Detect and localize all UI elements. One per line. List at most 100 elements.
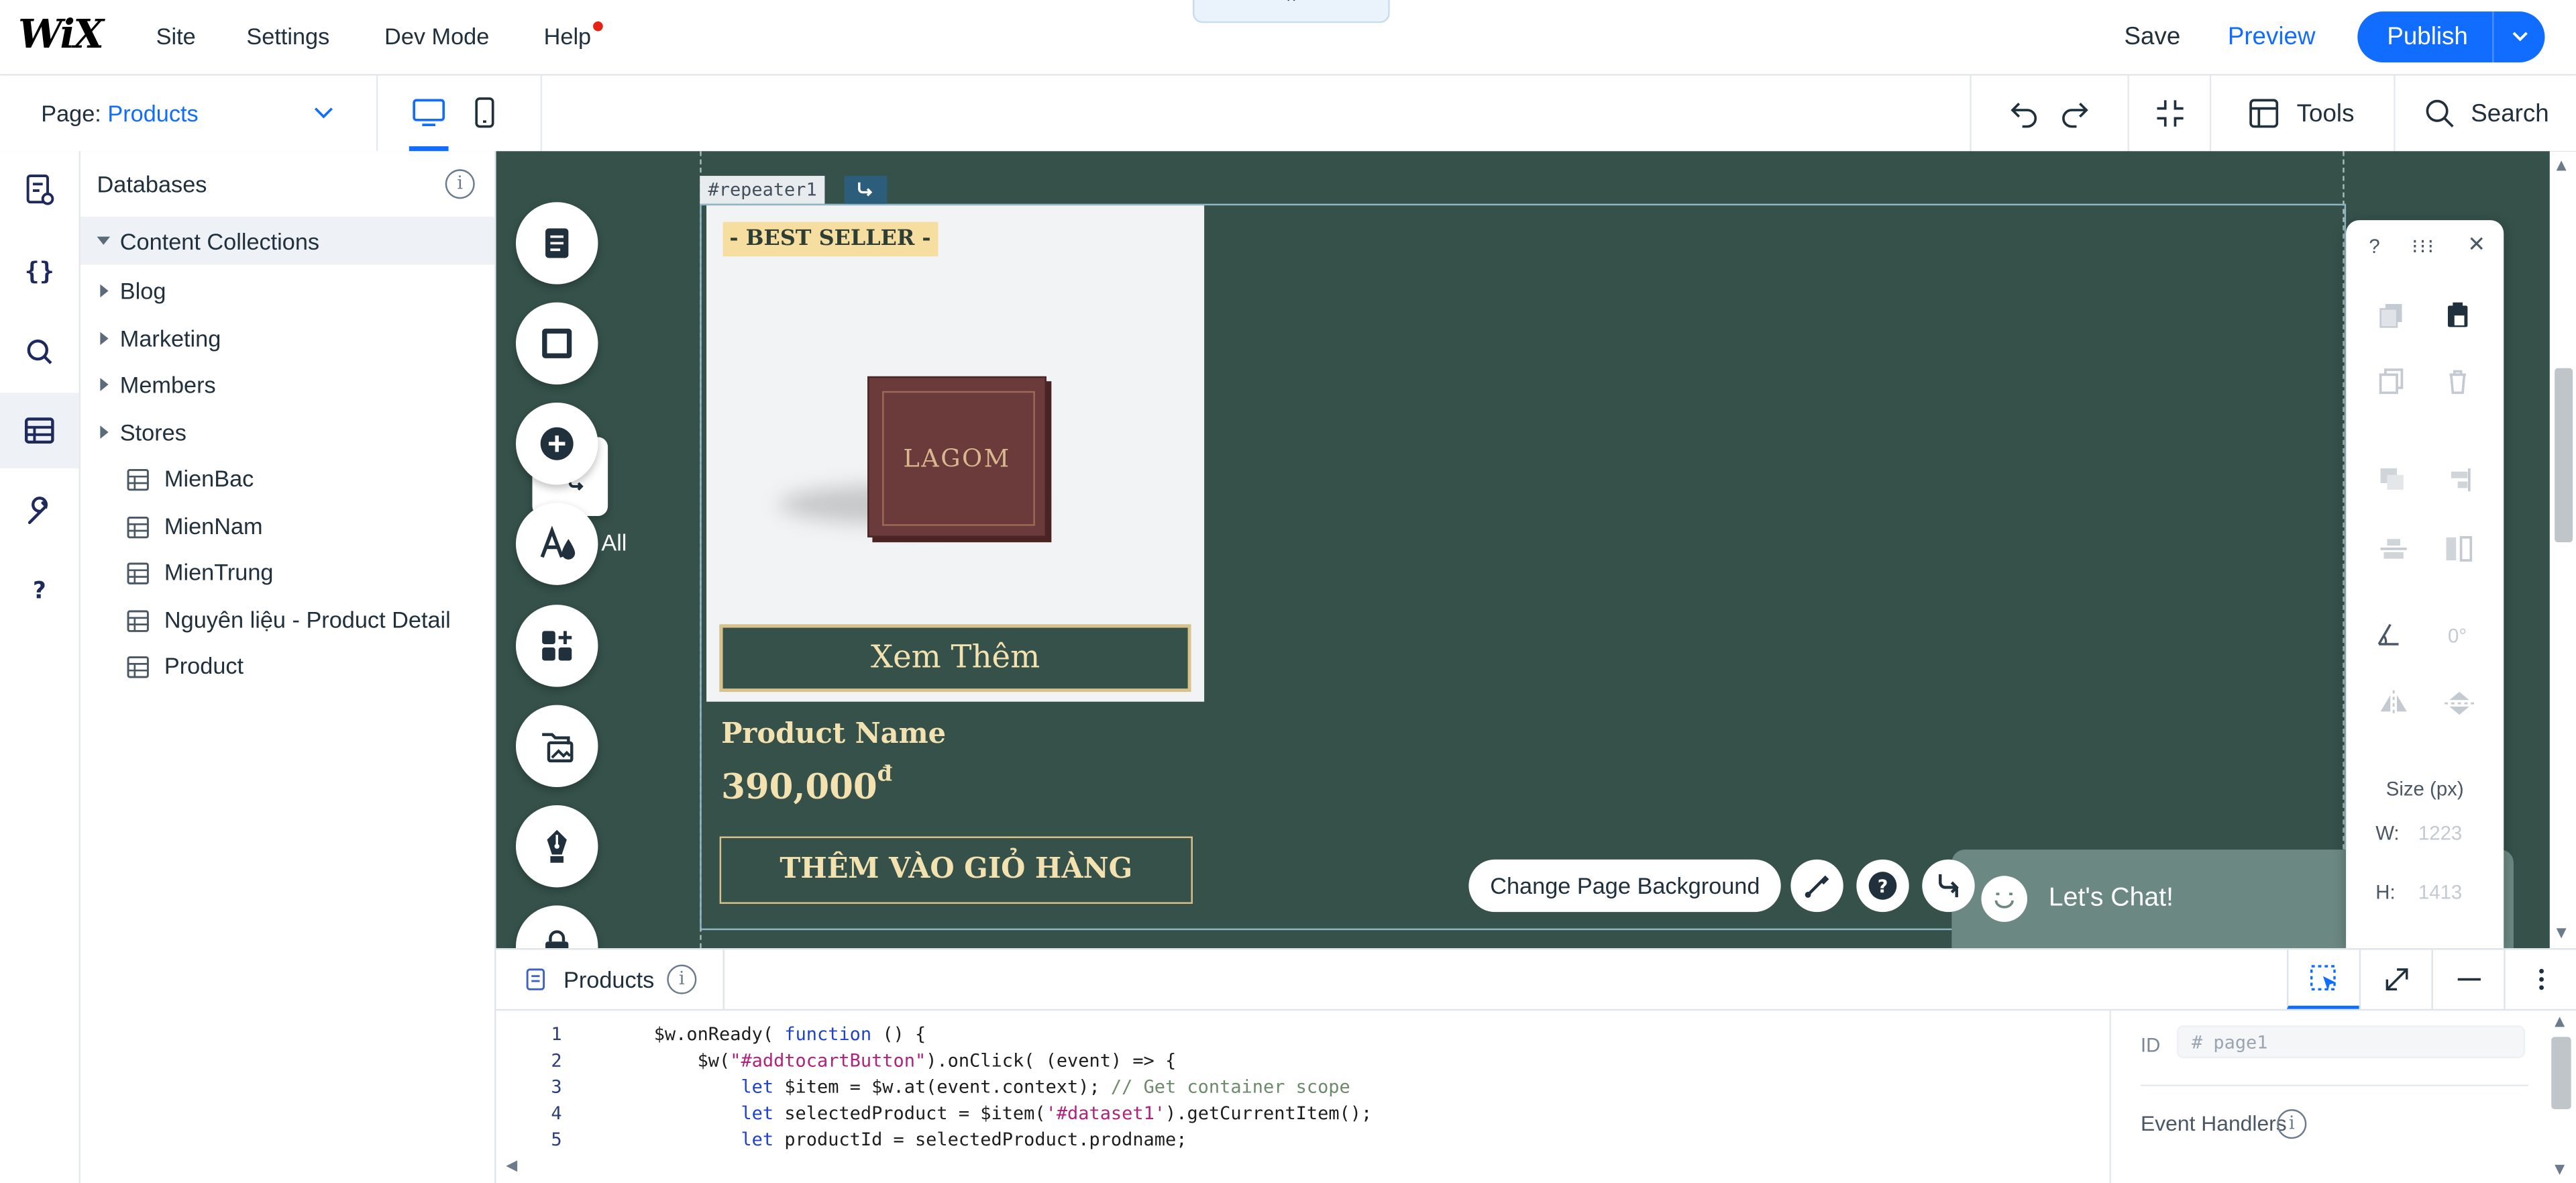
- menu-settings[interactable]: Settings: [246, 23, 329, 49]
- add-to-cart-button[interactable]: THÊM VÀO GIỎ HÀNG: [719, 836, 1193, 904]
- flip-vertical-icon[interactable]: [2445, 690, 2475, 717]
- zoom-out-icon[interactable]: [2154, 97, 2187, 130]
- page-selector[interactable]: Page: Products: [41, 100, 198, 126]
- delete-icon[interactable]: [2445, 368, 2471, 395]
- blog-button[interactable]: [515, 805, 598, 888]
- menu-help[interactable]: Help: [544, 23, 592, 49]
- folder-item[interactable]: Blog: [80, 276, 494, 315]
- search-icon[interactable]: [2423, 97, 2456, 130]
- folder-item[interactable]: Marketing: [80, 323, 494, 362]
- help-icon[interactable]: ?: [19, 572, 59, 611]
- chevron-down-icon[interactable]: [2509, 25, 2532, 48]
- match-size-icon[interactable]: [2445, 535, 2474, 562]
- scroll-up-icon[interactable]: ▲: [2557, 158, 2567, 172]
- mobile-icon[interactable]: [472, 95, 498, 132]
- copy-icon[interactable]: [2379, 303, 2405, 329]
- media-button[interactable]: [515, 705, 598, 788]
- store-button[interactable]: [515, 905, 598, 949]
- align-icon[interactable]: [2445, 467, 2474, 493]
- search-code-icon[interactable]: [19, 332, 59, 372]
- code-line[interactable]: 1 $w.onReady( function () {: [496, 1022, 2106, 1048]
- page-label: Page:: [41, 100, 101, 127]
- folder-item[interactable]: Members: [80, 370, 494, 409]
- close-icon[interactable]: ✕: [2467, 234, 2485, 258]
- distribute-icon[interactable]: [2379, 535, 2408, 562]
- rotate-icon[interactable]: [2375, 621, 2402, 648]
- inspector-help[interactable]: ?: [2369, 235, 2379, 258]
- collection-item[interactable]: MienNam: [80, 510, 494, 550]
- scroll-thumb[interactable]: [2555, 368, 2573, 543]
- collection-label: MienTrung: [164, 558, 274, 585]
- undo-icon[interactable]: [2008, 97, 2041, 130]
- menu-dev-mode[interactable]: Dev Mode: [384, 23, 489, 49]
- search-button[interactable]: Search: [2471, 100, 2548, 128]
- flip-horizontal-icon[interactable]: [2379, 690, 2408, 717]
- xem-them-button[interactable]: Xem Thêm: [719, 624, 1191, 692]
- change-background-button[interactable]: Change Page Background: [1468, 859, 1782, 913]
- editor-canvas[interactable]: #repeater1 - BEST SELLER - LAGOM Xem Thê…: [496, 151, 2576, 949]
- preview-button[interactable]: Preview: [2228, 23, 2316, 51]
- select-element-button[interactable]: [2286, 949, 2359, 1009]
- code-line[interactable]: 2 $w("#addtocartButton").onClick( (event…: [496, 1048, 2106, 1074]
- drag-handle-icon[interactable]: ⁝⁝⁝: [2412, 235, 2435, 258]
- content-collections-header[interactable]: Content Collections: [80, 217, 495, 265]
- collection-item[interactable]: Product: [80, 651, 494, 690]
- publish-button[interactable]: Publish: [2357, 11, 2545, 63]
- wrench-icon[interactable]: [19, 491, 59, 531]
- product-price[interactable]: 390,000đ: [721, 762, 892, 807]
- info-icon[interactable]: i: [445, 169, 475, 199]
- collection-item[interactable]: Nguyên liệu - Product Detail: [80, 604, 494, 644]
- scroll-up-icon[interactable]: ▲: [2555, 1014, 2565, 1029]
- code-files-icon[interactable]: {}: [19, 252, 59, 291]
- code-line[interactable]: 4 let selectedProduct = $item('#dataset1…: [496, 1101, 2106, 1127]
- scroll-down-icon[interactable]: ▼: [2555, 1162, 2565, 1176]
- collection-item[interactable]: MienBac: [80, 464, 494, 503]
- collapse-toolbar-tab[interactable]: ⌃: [1192, 0, 1390, 23]
- connect-icon[interactable]: [844, 176, 888, 204]
- pages-menu-button[interactable]: [515, 202, 598, 285]
- help-button[interactable]: ?: [1856, 859, 1909, 913]
- expand-icon[interactable]: [2359, 949, 2433, 1009]
- redo-icon[interactable]: [2059, 97, 2092, 130]
- databases-icon[interactable]: [19, 411, 59, 450]
- width-value[interactable]: 1223: [2418, 821, 2462, 844]
- save-button[interactable]: Save: [2125, 23, 2181, 51]
- code-tab-products[interactable]: Products i: [496, 949, 725, 1009]
- tools-icon[interactable]: [2247, 97, 2280, 130]
- duplicate-icon[interactable]: [2379, 368, 2405, 395]
- scroll-down-icon[interactable]: ▼: [2557, 925, 2567, 940]
- more-icon[interactable]: [2504, 949, 2576, 1009]
- code-scrollbar[interactable]: ▲ ▼: [2546, 1011, 2576, 1183]
- code-line[interactable]: 5 let productId = selectedProduct.prodna…: [496, 1127, 2106, 1153]
- folder-item[interactable]: Stores: [80, 417, 494, 456]
- editor-toolbar: Page: Products Tools Search: [0, 75, 2576, 153]
- size-label: Size (px): [2385, 777, 2464, 801]
- backgrounds-button[interactable]: [515, 302, 598, 385]
- arrange-icon[interactable]: [2379, 467, 2408, 493]
- site-design-button[interactable]: [515, 503, 598, 585]
- info-icon[interactable]: i: [667, 964, 697, 994]
- add-apps-button[interactable]: [515, 605, 598, 687]
- code-line[interactable]: 3 let $item = $w.at(event.context); // G…: [496, 1075, 2106, 1101]
- collection-item[interactable]: MienTrung: [80, 557, 494, 597]
- chevron-down-icon[interactable]: [312, 103, 335, 123]
- menu-site[interactable]: Site: [156, 23, 196, 49]
- tools-button[interactable]: Tools: [2297, 100, 2355, 128]
- scroll-thumb[interactable]: [2551, 1037, 2571, 1110]
- wix-logo[interactable]: WiX: [18, 10, 104, 58]
- product-name[interactable]: Product Name: [721, 718, 946, 751]
- product-card[interactable]: - BEST SELLER - LAGOM Xem Thêm: [706, 205, 1205, 702]
- desktop-icon[interactable]: [411, 97, 447, 130]
- scroll-left-icon[interactable]: ◀: [506, 1159, 517, 1175]
- info-icon[interactable]: i: [2277, 1109, 2307, 1139]
- site-structure-icon[interactable]: [19, 171, 59, 211]
- height-value[interactable]: 1413: [2418, 881, 2462, 904]
- minimize-icon[interactable]: [2431, 949, 2505, 1009]
- paste-icon[interactable]: [2445, 302, 2471, 329]
- id-input[interactable]: # page1: [2176, 1025, 2526, 1059]
- canvas-scrollbar[interactable]: ▲ ▼: [2549, 151, 2576, 949]
- add-elements-button[interactable]: [515, 403, 598, 485]
- connect-icon[interactable]: [1922, 859, 1975, 913]
- design-brush-button[interactable]: [1790, 859, 1843, 913]
- rotation-value[interactable]: 0°: [2448, 625, 2467, 648]
